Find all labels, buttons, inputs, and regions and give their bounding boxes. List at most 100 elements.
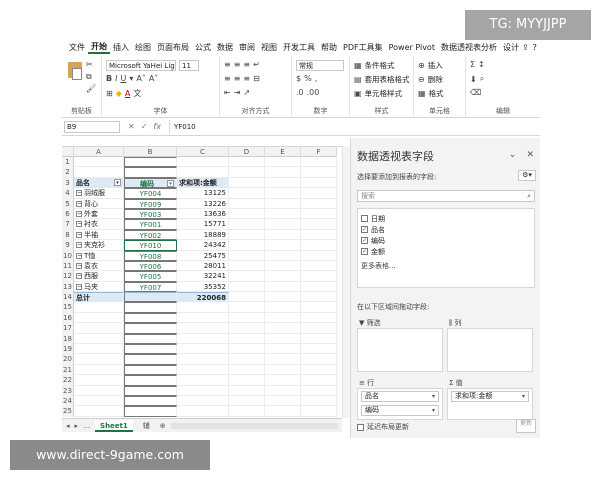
column-header-f[interactable]: F [301, 147, 337, 157]
collapse-icon[interactable]: − [76, 242, 82, 249]
column-header-e[interactable]: E [265, 147, 301, 157]
row-number[interactable]: 17 [62, 323, 74, 334]
chevron-down-icon[interactable]: ▾ [129, 74, 133, 83]
cell[interactable] [124, 375, 177, 386]
insert-button[interactable]: 插入 [428, 60, 443, 71]
cell[interactable]: − 背心 [74, 198, 124, 209]
cell[interactable] [265, 219, 301, 230]
cell[interactable]: 18889 [177, 229, 229, 241]
cell[interactable]: 编码 ▾ [124, 177, 177, 189]
cell[interactable] [74, 323, 124, 334]
cell[interactable]: − 袁衣 [74, 260, 124, 272]
cell[interactable] [229, 219, 265, 230]
cell[interactable] [265, 323, 301, 334]
cancel-icon[interactable]: ✕ [128, 122, 135, 131]
fill-color-icon[interactable]: ◆ [116, 89, 122, 98]
cell[interactable] [124, 406, 177, 417]
cell[interactable]: YF002 [124, 229, 177, 241]
cell[interactable] [265, 177, 301, 189]
cell[interactable] [301, 375, 337, 386]
ribbon-tab[interactable]: 公式 [192, 42, 214, 53]
cell[interactable] [229, 260, 265, 272]
number-format-select[interactable]: 常规 [296, 60, 344, 71]
decrease-indent-icon[interactable]: ⇤ [224, 88, 231, 97]
field-search-input[interactable]: 搜索 ⌕ [357, 190, 535, 202]
row-number[interactable]: 1 [62, 157, 74, 168]
cell[interactable] [177, 375, 229, 386]
next-sheet-icon[interactable]: ▸ [75, 422, 79, 430]
cell[interactable] [177, 312, 229, 324]
column-header-b[interactable]: B [124, 147, 177, 157]
column-header-a[interactable]: A [74, 147, 124, 157]
cell[interactable] [124, 323, 177, 334]
cell[interactable] [265, 385, 301, 396]
conditional-format-button[interactable]: 条件格式 [365, 60, 395, 71]
cell[interactable] [74, 157, 124, 168]
cell[interactable] [124, 354, 177, 365]
collapse-icon[interactable]: − [76, 283, 82, 290]
fx-icon[interactable]: fx [153, 122, 161, 131]
align-bottom-icon[interactable]: ≡ [243, 60, 250, 69]
ribbon-tab[interactable]: 插入 [110, 42, 132, 53]
cell[interactable] [265, 364, 301, 376]
cell[interactable] [177, 302, 229, 313]
cell[interactable] [229, 385, 265, 396]
cell[interactable] [74, 406, 124, 417]
cell[interactable] [301, 219, 337, 230]
row-number[interactable]: 9 [62, 240, 74, 251]
field-checkbox[interactable]: ✓ [361, 237, 368, 244]
field-item[interactable]: ✓ 编码 [361, 235, 531, 246]
row-number[interactable]: 14 [62, 292, 74, 303]
row-number[interactable]: 18 [62, 333, 74, 345]
cell[interactable]: 220068 [177, 292, 229, 303]
cell[interactable] [301, 312, 337, 324]
cell[interactable] [177, 395, 229, 407]
share-icon[interactable]: ⇪ [522, 43, 529, 52]
values-area[interactable]: 求和项:金额 ▾ [447, 388, 533, 420]
row-field-pill[interactable]: 品名 ▾ [361, 391, 439, 402]
ribbon-tab[interactable]: 开发工具 [280, 42, 318, 53]
wrap-text-icon[interactable]: ↵ [253, 60, 260, 69]
cell[interactable] [265, 208, 301, 220]
filter-dropdown-icon[interactable]: ▾ [167, 179, 174, 187]
cell[interactable] [265, 406, 301, 417]
cell[interactable]: − 羽绒服 [74, 188, 124, 199]
cell[interactable] [177, 333, 229, 345]
cell[interactable] [229, 375, 265, 386]
row-number[interactable]: 13 [62, 281, 74, 293]
cell[interactable]: YF009 [124, 198, 177, 209]
cell[interactable]: 总计 [74, 292, 124, 303]
cell[interactable] [229, 333, 265, 345]
cell[interactable] [301, 271, 337, 282]
row-number[interactable]: 12 [62, 271, 74, 282]
percent-icon[interactable]: % [304, 74, 312, 83]
paste-icon[interactable] [66, 60, 84, 86]
field-item[interactable]: ✓ 品名 [361, 224, 531, 235]
autosum-icon[interactable]: Σ [470, 60, 475, 69]
cell[interactable]: − 半袖 [74, 229, 124, 241]
name-box[interactable]: B9 [64, 120, 120, 133]
underline-button[interactable]: U [120, 74, 126, 83]
cell[interactable]: YF005 [124, 271, 177, 282]
cell[interactable] [124, 364, 177, 376]
cell[interactable] [124, 157, 177, 168]
columns-area[interactable] [447, 328, 533, 372]
cell[interactable]: 24342 [177, 240, 229, 251]
cell[interactable] [74, 344, 124, 355]
sheet-tab-active[interactable]: Sheet1 [95, 419, 133, 432]
select-all-corner[interactable] [62, 147, 74, 157]
cell[interactable]: YF010 [124, 240, 177, 251]
increase-indent-icon[interactable]: ⇥ [234, 88, 241, 97]
row-number[interactable]: 4 [62, 188, 74, 199]
clear-icon[interactable]: ⌫ [470, 88, 481, 97]
row-number[interactable]: 15 [62, 302, 74, 313]
help-icon[interactable]: ? [533, 43, 537, 52]
vertical-scrollbar[interactable] [342, 146, 350, 418]
cell[interactable] [301, 333, 337, 345]
more-sheets-icon[interactable]: … [83, 422, 90, 430]
cell[interactable] [301, 364, 337, 376]
cell[interactable] [229, 302, 265, 313]
cell[interactable] [124, 302, 177, 313]
align-center-icon[interactable]: ≡ [234, 74, 241, 83]
cell[interactable] [74, 385, 124, 396]
